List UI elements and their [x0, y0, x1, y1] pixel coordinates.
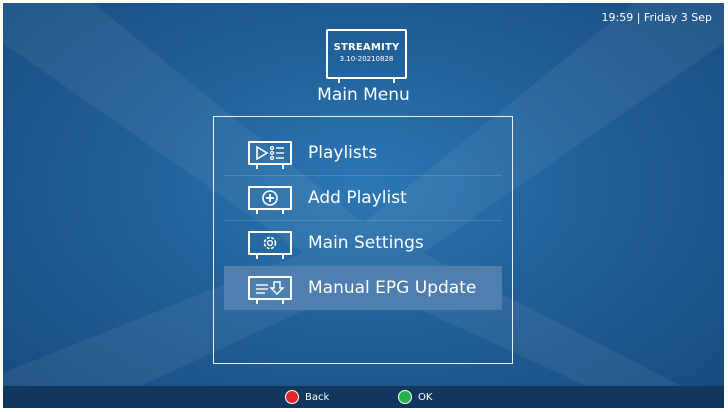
logo-version: 3.10-20210828	[339, 55, 394, 63]
playlist-icon	[248, 141, 292, 169]
main-menu: Playlists Add Playlist Main Settings Man…	[213, 116, 513, 364]
back-label: Back	[305, 391, 330, 403]
red-button-icon	[285, 390, 299, 404]
page-title: Main Menu	[317, 85, 410, 105]
menu-item-label: Add Playlist	[308, 188, 407, 208]
menu-item-label: Playlists	[308, 143, 378, 163]
add-icon	[248, 186, 292, 214]
tv-screen: 19:59 | Friday 3 Sep STREAMITY 3.10-2021…	[3, 3, 724, 408]
menu-item-label: Manual EPG Update	[308, 278, 477, 298]
menu-item-playlists[interactable]: Playlists	[224, 131, 502, 176]
clock-date: 19:59 | Friday 3 Sep	[601, 11, 712, 24]
app-logo: STREAMITY 3.10-20210828	[326, 29, 407, 83]
ok-label: OK	[418, 391, 433, 403]
logo-name: STREAMITY	[333, 42, 400, 53]
menu-item-add-playlist[interactable]: Add Playlist	[224, 176, 502, 221]
back-hint[interactable]: Back	[285, 390, 329, 404]
menu-item-label: Main Settings	[308, 233, 424, 253]
menu-item-main-settings[interactable]: Main Settings	[224, 221, 502, 265]
gear-icon	[248, 231, 292, 259]
ok-hint[interactable]: OK	[398, 390, 432, 404]
download-icon	[248, 276, 292, 304]
menu-item-manual-epg-update[interactable]: Manual EPG Update	[224, 266, 502, 310]
green-button-icon	[398, 390, 412, 404]
bottom-hint-bar: Back OK	[3, 386, 724, 408]
